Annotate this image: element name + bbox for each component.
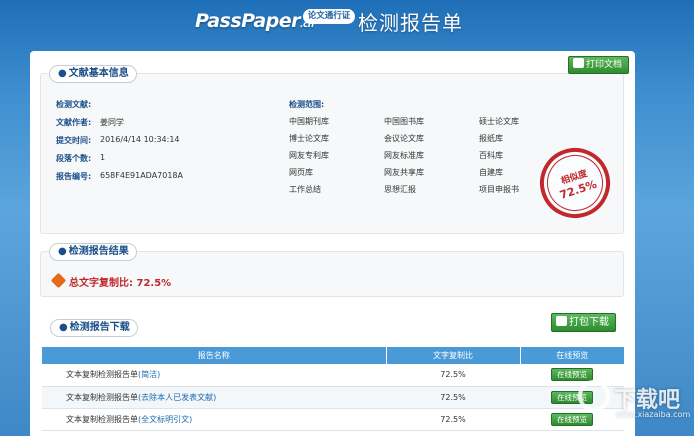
table-row: 文本复制检测报告单(简洁) 72.5% 在线预览 [42, 364, 624, 387]
watermark-url: www.xiazaiba.com [616, 410, 691, 419]
download-section: ● 检测报告下载 [40, 319, 624, 341]
result-title: ● 检测报告结果 [49, 243, 137, 261]
scope-item: 工作总结 [289, 185, 321, 194]
field-label-report-id: 报告编号: [56, 172, 92, 181]
scope-item: 中国期刊库 [289, 117, 329, 126]
scope-item: 思想汇报 [384, 185, 416, 194]
scope-item: 网友标准库 [384, 151, 424, 160]
passpaper-logo: PassPaper.cn [195, 10, 314, 32]
watermark-logo-icon [578, 380, 610, 412]
report-rate-cell: 72.5% [386, 364, 520, 387]
bullet-icon: ● [58, 246, 67, 257]
report-table: 报告名称 文字复制比 在线预览 文本复制检测报告单(简洁) 72.5% 在线预览… [42, 347, 624, 431]
download-icon [556, 316, 567, 326]
scope-label: 检测范围: [289, 100, 325, 109]
total-copy-ratio: 总文字复制比: 72.5% [69, 278, 172, 289]
report-rate-cell: 72.5% [386, 386, 520, 409]
scope-item: 博士论文库 [289, 134, 329, 143]
logo-main: PassPaper [195, 10, 301, 32]
scope-item: 中国图书库 [384, 117, 424, 126]
report-variant-link[interactable]: (全文标明引文) [138, 415, 192, 424]
scope-item: 会议论文库 [384, 134, 424, 143]
field-label-title: 检测文献: [56, 100, 92, 109]
report-name-cell: 文本复制检测报告单(去除本人已发表文献) [42, 386, 386, 409]
page-header: PassPaper.cn 论文通行证 检测报告单 [0, 0, 694, 46]
bullet-icon: ● [58, 68, 67, 79]
bullet-icon: ● [59, 322, 68, 333]
field-label-time: 提交时间: [56, 136, 92, 145]
scope-item: 网页库 [289, 168, 313, 177]
site-watermark: 下载吧 www.xiazaiba.com [578, 380, 691, 430]
report-rate-cell: 72.5% [386, 408, 520, 431]
doc-info-title: ● 文献基本信息 [49, 65, 137, 83]
doc-info-panel: ● 文献基本信息 [40, 65, 624, 234]
table-header-row: 报告名称 文字复制比 在线预览 [42, 347, 624, 364]
report-name-cell: 文本复制检测报告单(全文标明引文) [42, 408, 386, 431]
field-label-paragraphs: 段落个数: [56, 154, 92, 163]
field-value-paragraphs: 1 [100, 153, 106, 162]
logo-badge: 论文通行证 [303, 9, 355, 24]
scope-item: 硕士论文库 [479, 117, 519, 126]
table-row: 文本复制检测报告单(全文标明引文) 72.5% 在线预览 [42, 408, 624, 431]
scope-item: 报纸库 [479, 134, 503, 143]
report-name-cell: 文本复制检测报告单(简洁) [42, 364, 386, 387]
field-value-author: 姜同学 [100, 118, 124, 127]
field-value-time: 2016/4/14 10:34:14 [100, 135, 180, 144]
download-title: ● 检测报告下载 [50, 319, 138, 337]
column-header-rate: 文字复制比 [386, 347, 521, 364]
printer-icon [573, 58, 584, 68]
scope-item: 网友共享库 [384, 168, 424, 177]
field-label-author: 文献作者: [56, 118, 92, 127]
print-button[interactable]: 打印文档 [568, 56, 630, 74]
stamp-ring: 相似度 72.5% [539, 147, 611, 219]
scope-item: 网友专利库 [289, 151, 329, 160]
page-title: 检测报告单 [358, 11, 463, 35]
report-variant-link[interactable]: (简洁) [138, 370, 160, 379]
field-value-report-id: 658F4E91ADA7018A [100, 171, 183, 180]
pack-download-button[interactable]: 打包下载 [551, 313, 616, 332]
scope-item: 项目申报书 [479, 185, 519, 194]
scope-item: 百科库 [479, 151, 503, 160]
report-variant-link[interactable]: (去除本人已发表文献) [138, 393, 216, 402]
table-row: 文本复制检测报告单(去除本人已发表文献) 72.5% 在线预览 [42, 386, 624, 409]
scope-item: 自建库 [479, 168, 503, 177]
column-header-name: 报告名称 [42, 347, 387, 364]
column-header-preview: 在线预览 [520, 347, 624, 364]
